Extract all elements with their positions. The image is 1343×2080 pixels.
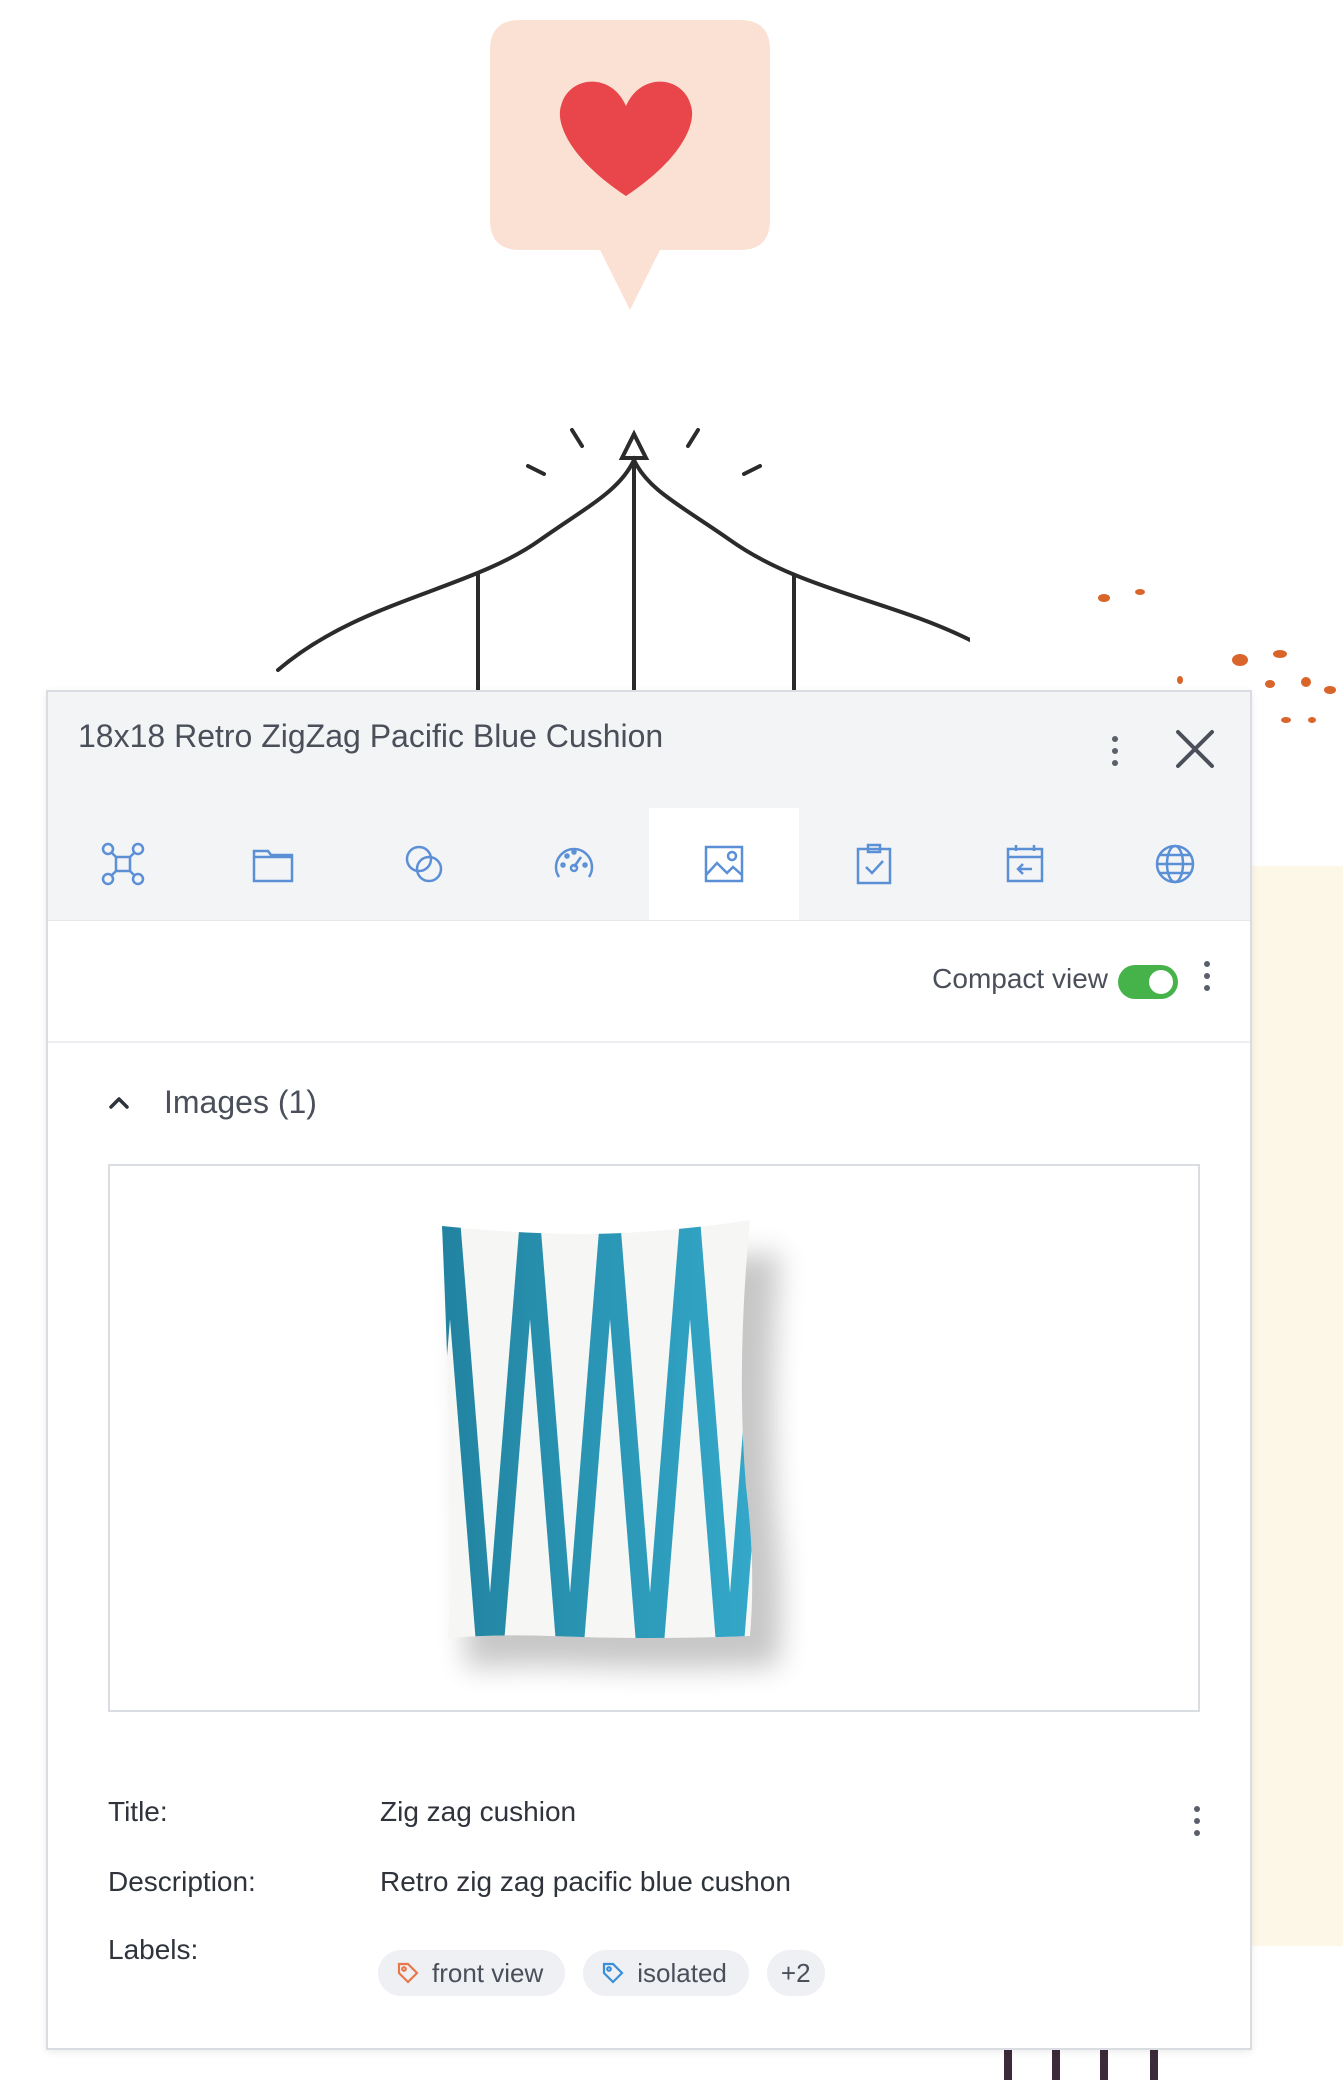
description-label: Description:: [108, 1866, 256, 1897]
images-section-header[interactable]: Images (1): [108, 1084, 317, 1121]
chevron-up-icon: [109, 1096, 129, 1109]
view-more-options-button[interactable]: [1204, 961, 1210, 991]
graph-nodes-icon: [101, 842, 145, 886]
label-chip-isolated[interactable]: isolated: [583, 1950, 749, 1996]
folder-icon: [253, 849, 294, 883]
clipboard-check-icon: [857, 843, 892, 885]
more-labels-chip[interactable]: +2: [766, 1950, 825, 1996]
image-description-value: Retro zig zag pacific blue cushon: [380, 1866, 791, 1897]
cream-background-block: [1252, 866, 1343, 1946]
image-preview[interactable]: [108, 1164, 1200, 1712]
image-title-value: Zig zag cushion: [380, 1796, 577, 1827]
asset-detail-panel: 18x18 Retro ZigZag Pacific Blue Cushion: [46, 690, 1252, 2050]
panel-title: 18x18 Retro ZigZag Pacific Blue Cushion: [78, 718, 664, 754]
label-chips: front view isolated +2: [378, 1950, 825, 1996]
globe-icon: [1155, 844, 1195, 884]
close-icon[interactable]: [1174, 728, 1216, 770]
dark-fence-posts: [1000, 2050, 1170, 2080]
tab-web[interactable]: [1100, 808, 1250, 920]
tent-sketch-illustration: [276, 428, 970, 700]
tab-graph[interactable]: [48, 808, 198, 920]
label-chip-text: isolated: [637, 1957, 727, 1988]
tab-relations[interactable]: [349, 808, 499, 920]
tab-tasks[interactable]: [799, 808, 949, 920]
label-chip-front-view[interactable]: front view: [378, 1950, 566, 1996]
image-more-options-button[interactable]: [1194, 1806, 1200, 1836]
tab-schedule[interactable]: [950, 808, 1100, 920]
dashboard-gauge-icon: [554, 847, 594, 878]
panel-more-options-button[interactable]: [1112, 736, 1118, 766]
compact-view-label: Compact view: [932, 963, 1108, 994]
tab-folder[interactable]: [198, 808, 348, 920]
speech-bubble-heart-illustration: [490, 20, 770, 310]
panel-tabs: [48, 808, 1250, 920]
title-label: Title:: [108, 1796, 168, 1827]
panel-header: 18x18 Retro ZigZag Pacific Blue Cushion: [48, 692, 1250, 921]
labels-label: Labels:: [108, 1934, 199, 1965]
linked-circles-icon: [405, 845, 442, 883]
image-icon: [704, 845, 744, 883]
compact-view-toggle[interactable]: [1118, 965, 1178, 999]
tab-metrics[interactable]: [499, 808, 649, 920]
images-section-title: Images (1): [164, 1084, 317, 1120]
zigzag-cushion-image: [442, 1220, 782, 1668]
calendar-import-icon: [1006, 845, 1043, 883]
tab-images[interactable]: [649, 808, 800, 920]
view-toolbar: Compact view: [48, 921, 1250, 1043]
tag-icon: [603, 1962, 624, 1984]
tag-icon: [397, 1962, 419, 1984]
label-chip-text: front view: [432, 1957, 544, 1988]
